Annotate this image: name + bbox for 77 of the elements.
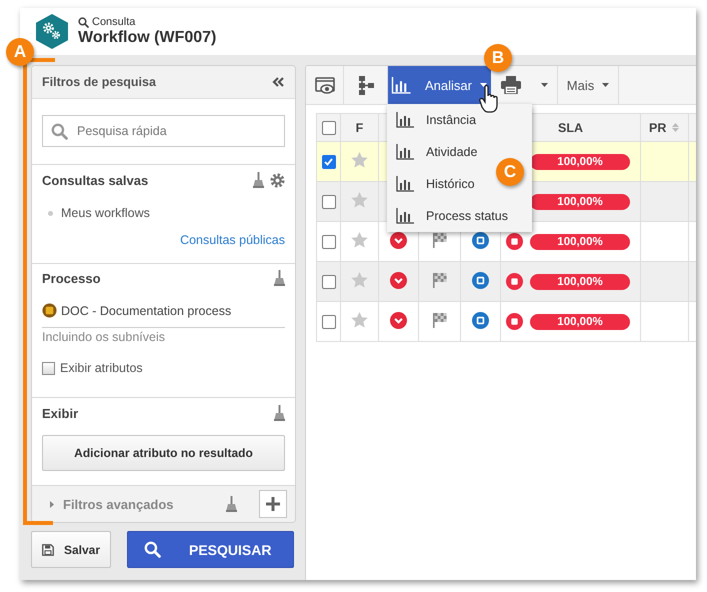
analyze-button[interactable]: Analisar xyxy=(388,66,491,104)
hierarchy-icon xyxy=(356,76,374,94)
checkmark-icon xyxy=(324,158,333,166)
add-filter-button[interactable] xyxy=(259,490,287,518)
star-icon[interactable] xyxy=(351,232,368,248)
row-checkbox[interactable] xyxy=(322,314,336,329)
caret-icon xyxy=(540,83,548,87)
sla-progress-pill: 100,00% xyxy=(530,234,630,250)
eye-window-icon xyxy=(314,76,334,94)
column-header[interactable]: SLA xyxy=(558,120,583,134)
gears-logo-icon xyxy=(36,14,68,49)
sla-progress-pill: 100,00% xyxy=(530,194,630,210)
star-icon[interactable] xyxy=(351,272,368,288)
search-button[interactable]: PESQUISAR xyxy=(127,531,294,568)
plus-icon xyxy=(266,497,280,511)
row-checkbox[interactable] xyxy=(322,154,336,169)
sla-progress-pill: 100,00% xyxy=(530,274,630,290)
checkered-flag-icon xyxy=(432,232,448,248)
bar-chart-icon xyxy=(396,176,414,192)
checkbox-label: Exibir atributos xyxy=(60,361,143,375)
checkered-flag-icon xyxy=(432,272,448,288)
row-checkbox[interactable] xyxy=(322,194,336,209)
chevron-down-icon[interactable] xyxy=(390,272,407,288)
caret-icon xyxy=(480,83,487,87)
stop-icon xyxy=(506,313,523,330)
saved-query-item[interactable]: Meus workflows xyxy=(61,206,150,220)
sla-progress-pill: 100,00% xyxy=(530,314,630,330)
menu-item[interactable]: Histórico xyxy=(387,168,475,200)
bar-chart-icon xyxy=(391,76,412,94)
callout-marker: A xyxy=(6,38,34,66)
expand-arrow-icon[interactable] xyxy=(49,500,55,508)
select-all-checkbox[interactable] xyxy=(322,120,336,135)
column-header[interactable]: F xyxy=(356,120,364,134)
search-icon xyxy=(144,541,161,558)
section-title: Consultas salvas xyxy=(42,172,148,188)
settings-icon[interactable] xyxy=(270,172,285,188)
bar-chart-icon xyxy=(396,112,414,128)
menu-item[interactable]: Process status xyxy=(387,200,508,232)
collapse-icon[interactable] xyxy=(272,77,285,87)
page-subtitle: Consulta xyxy=(92,16,136,28)
menu-item[interactable]: Atividade xyxy=(387,136,478,168)
search-icon xyxy=(51,123,68,140)
checkbox[interactable] xyxy=(42,362,55,374)
broom-icon[interactable] xyxy=(226,496,237,512)
process-note: Incluindo os subníveis xyxy=(42,330,166,344)
printer-icon xyxy=(500,76,520,94)
search-field[interactable]: Pesquisa rápida xyxy=(42,115,285,147)
public-queries-link[interactable]: Consultas públicas xyxy=(180,233,285,247)
bullet-icon xyxy=(48,210,53,216)
chevron-down-icon[interactable] xyxy=(390,232,407,248)
search-icon xyxy=(78,16,89,28)
more-button[interactable]: Mais xyxy=(558,66,619,104)
menu-item[interactable]: Instância xyxy=(387,104,476,136)
add-attribute-button[interactable]: Adicionar atributo no resultado xyxy=(42,435,285,471)
section-title: Exibir xyxy=(42,406,78,420)
sla-progress-pill: 100,00% xyxy=(530,154,630,170)
broom-icon[interactable] xyxy=(274,405,285,421)
broom-icon[interactable] xyxy=(274,270,285,286)
process-icon xyxy=(42,303,57,318)
checkered-flag-icon xyxy=(432,312,448,328)
section-title: Processo xyxy=(42,270,101,286)
bar-chart-icon xyxy=(396,144,414,160)
panel-title: Filtros de pesquisa xyxy=(42,75,156,89)
star-icon[interactable] xyxy=(351,312,368,328)
save-button[interactable]: Salvar xyxy=(31,531,111,568)
bar-chart-icon xyxy=(396,208,414,224)
page-title: Workflow (WF007) xyxy=(78,28,216,47)
stop-icon xyxy=(506,273,523,290)
caret-icon xyxy=(602,83,610,87)
star-icon[interactable] xyxy=(351,152,368,168)
row-checkbox[interactable] xyxy=(322,234,336,249)
star-icon[interactable] xyxy=(351,192,368,208)
process-value: DOC - Documentation process xyxy=(61,304,232,318)
broom-icon[interactable] xyxy=(253,172,264,188)
chevron-down-icon[interactable] xyxy=(390,312,407,328)
row-checkbox[interactable] xyxy=(322,274,336,289)
column-header[interactable]: PR xyxy=(649,120,666,134)
